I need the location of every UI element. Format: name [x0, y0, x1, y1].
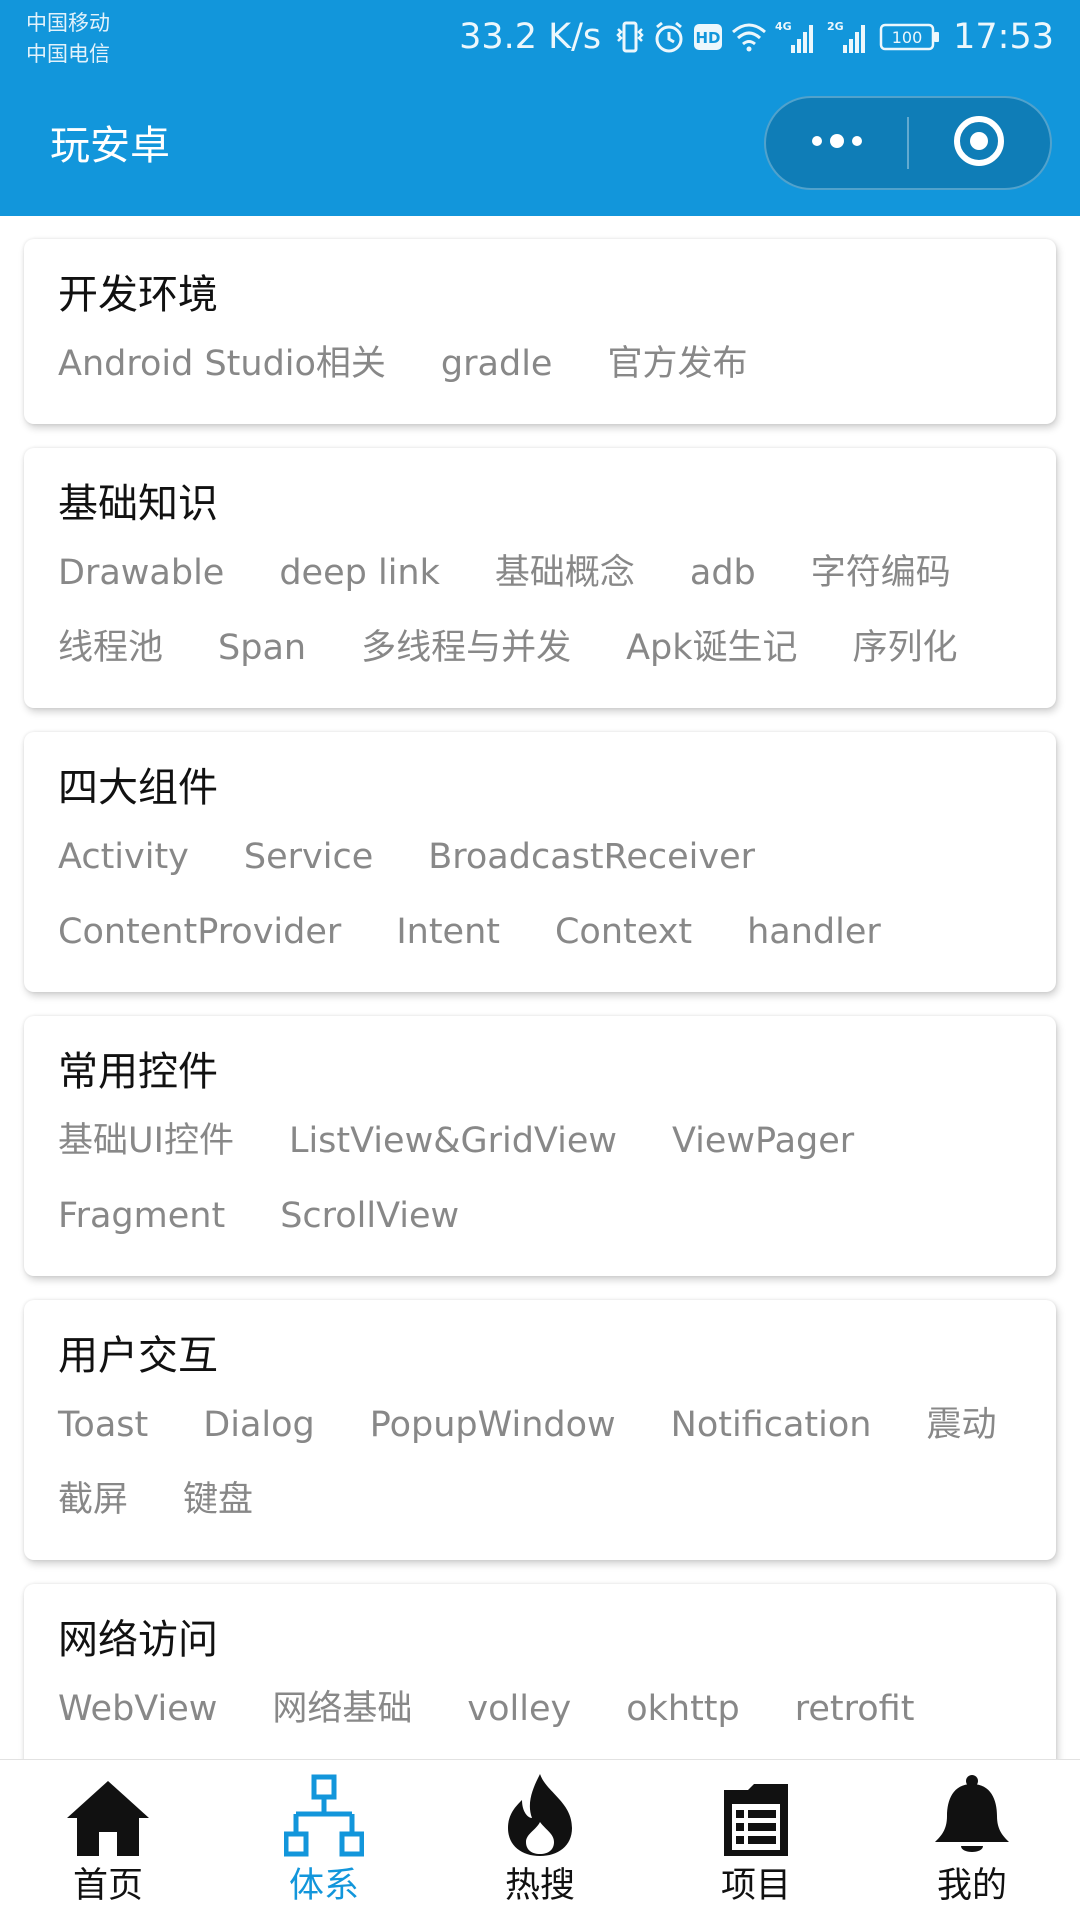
- category-title: 开发环境: [58, 272, 218, 318]
- category-card[interactable]: 基础知识 Drawable deep link 基础概念 adb 字符编码线程池 Span 多…: [24, 448, 1056, 708]
- category-tags: Drawable deep link 基础概念 adb 字符编码线程池 Span 多线程与并…: [58, 548, 1056, 698]
- category-tag[interactable]: okhttp: [626, 1684, 740, 1734]
- carrier-info: 中国移动 中国电信: [26, 8, 110, 70]
- hd-icon-label: HD: [696, 29, 721, 47]
- category-tag[interactable]: 线程池: [58, 623, 163, 673]
- category-card[interactable]: 四大组件 Activity Service BroadcastReceiver Cont…: [24, 732, 1056, 992]
- category-title: 网络访问: [58, 1617, 218, 1663]
- tab-mine-label: 我的: [936, 1866, 1007, 1906]
- category-tag[interactable]: ListView&GridView: [289, 1116, 617, 1166]
- category-tags: Toast Dialog PopupWindow Notification 震动截屏 键盘: [58, 1400, 1056, 1550]
- target-circle-icon: [952, 114, 1006, 172]
- tab-projects-label: 项目: [720, 1866, 791, 1906]
- category-list: 开发环境 Android Studio相关 gradle 官方发布基础知识 Drawab…: [0, 216, 1080, 1759]
- tab-hot-search-label: 热搜: [504, 1866, 575, 1906]
- category-tag[interactable]: Toast: [58, 1400, 148, 1450]
- category-tag[interactable]: 网络基础: [272, 1684, 412, 1734]
- category-tag[interactable]: ViewPager: [672, 1116, 854, 1166]
- hd-icon: HD: [693, 23, 723, 51]
- category-tag[interactable]: Span: [218, 623, 306, 673]
- category-tag[interactable]: 基础UI控件: [58, 1116, 234, 1166]
- signal-2g-label: 2G: [827, 20, 844, 33]
- category-tag[interactable]: Drawable: [58, 548, 224, 598]
- category-title: 用户交互: [58, 1333, 218, 1379]
- tab-home-label: 首页: [72, 1866, 143, 1906]
- close-button[interactable]: [909, 98, 1050, 188]
- category-tag[interactable]: 截屏: [58, 1475, 128, 1525]
- category-tag[interactable]: retrofit: [795, 1684, 915, 1734]
- category-tag[interactable]: ContentProvider: [58, 907, 341, 957]
- fire-icon: [502, 1772, 578, 1862]
- category-tag[interactable]: Android Studio相关: [58, 339, 386, 389]
- tab-hierarchy-label: 体系: [288, 1866, 359, 1906]
- category-card[interactable]: 用户交互 Toast Dialog PopupWindow Notification 震动…: [24, 1300, 1056, 1560]
- status-indicators: 33.2 K/s HD 4G 2G 100 17:53: [459, 14, 1054, 60]
- bell-icon: [931, 1774, 1013, 1862]
- category-tags: WebView网络基础volleyokhttpretrofit数据解析https: [58, 1684, 1056, 1759]
- header: 中国移动 中国电信 33.2 K/s HD 4G 2G 100 17:53 玩安…: [0, 0, 1080, 216]
- category-tag[interactable]: Apk诞生记: [626, 623, 797, 673]
- more-button[interactable]: [766, 98, 907, 188]
- category-tags: 基础UI控件 ListView&GridView ViewPager Fragment…: [58, 1116, 1056, 1266]
- category-tag[interactable]: 官方发布: [607, 339, 747, 389]
- carrier-2: 中国电信: [26, 42, 110, 66]
- category-tag[interactable]: Notification: [671, 1400, 872, 1450]
- clock: 17:53: [953, 17, 1054, 57]
- signal-2g-icon: 2G: [827, 19, 871, 55]
- tab-mine[interactable]: 我的: [864, 1760, 1080, 1920]
- category-tag[interactable]: 震动: [926, 1400, 996, 1450]
- battery-level: 100: [892, 28, 923, 47]
- page-title: 玩安卓: [50, 123, 170, 169]
- alarm-icon: [653, 20, 685, 54]
- category-title: 常用控件: [58, 1049, 218, 1095]
- category-tag[interactable]: Intent: [396, 907, 500, 957]
- tab-bar: 首页 体系 热搜 项目 我的: [0, 1759, 1080, 1920]
- category-tags: Activity Service BroadcastReceiver ContentP…: [58, 832, 1056, 982]
- category-tag[interactable]: 基础概念: [495, 548, 635, 598]
- category-tag[interactable]: 多线程与并发: [361, 623, 571, 673]
- category-tag[interactable]: 序列化: [853, 623, 958, 673]
- tab-hierarchy[interactable]: 体系: [216, 1760, 432, 1920]
- more-dots-icon: [807, 131, 867, 155]
- tab-hot-search[interactable]: 热搜: [432, 1760, 648, 1920]
- tab-home[interactable]: 首页: [0, 1760, 216, 1920]
- category-tag[interactable]: BroadcastReceiver: [428, 832, 755, 882]
- category-tag[interactable]: Service: [244, 832, 373, 882]
- list-icon: [718, 1782, 794, 1862]
- category-tag[interactable]: Context: [555, 907, 692, 957]
- category-tag[interactable]: WebView: [58, 1684, 217, 1734]
- carrier-1: 中国移动: [26, 11, 110, 35]
- category-card[interactable]: 网络访问WebView网络基础volleyokhttpretrofit数据解析h…: [24, 1584, 1056, 1759]
- category-card[interactable]: 开发环境 Android Studio相关 gradle 官方发布: [24, 239, 1056, 424]
- category-tag[interactable]: ScrollView: [280, 1191, 459, 1241]
- category-card[interactable]: 常用控件基础UI控件 ListView&GridView ViewPager Frag…: [24, 1016, 1056, 1276]
- category-title: 四大组件: [58, 765, 218, 811]
- category-tag[interactable]: Dialog: [203, 1400, 314, 1450]
- category-tag[interactable]: volley: [467, 1684, 571, 1734]
- battery-icon: 100: [879, 22, 941, 52]
- home-icon: [65, 1778, 151, 1862]
- category-tag[interactable]: PopupWindow: [370, 1400, 616, 1450]
- tab-projects[interactable]: 项目: [648, 1760, 864, 1920]
- category-tag[interactable]: gradle: [441, 339, 553, 389]
- category-tag[interactable]: deep link: [279, 548, 440, 598]
- category-tag[interactable]: Fragment: [58, 1191, 225, 1241]
- vibrate-icon: [615, 19, 645, 55]
- network-speed: 33.2 K/s: [459, 17, 602, 57]
- category-title: 基础知识: [58, 481, 218, 527]
- category-tag[interactable]: adb: [690, 548, 756, 598]
- status-bar: 中国移动 中国电信 33.2 K/s HD 4G 2G 100 17:53: [0, 0, 1080, 74]
- nav-bar: 玩安卓: [0, 74, 1080, 216]
- hierarchy-icon: [283, 1774, 365, 1862]
- signal-4g-label: 4G: [775, 20, 792, 33]
- mini-program-capsule: [764, 96, 1052, 190]
- signal-4g-icon: 4G: [775, 19, 819, 55]
- category-tag[interactable]: 字符编码: [811, 548, 951, 598]
- category-tag[interactable]: handler: [747, 907, 881, 957]
- content-scroll-area[interactable]: 开发环境 Android Studio相关 gradle 官方发布基础知识 Drawab…: [0, 216, 1080, 1759]
- category-tag[interactable]: Activity: [58, 832, 189, 882]
- category-tag[interactable]: 键盘: [183, 1475, 253, 1525]
- wifi-icon: [731, 22, 767, 52]
- category-tags: Android Studio相关 gradle 官方发布: [58, 339, 1056, 414]
